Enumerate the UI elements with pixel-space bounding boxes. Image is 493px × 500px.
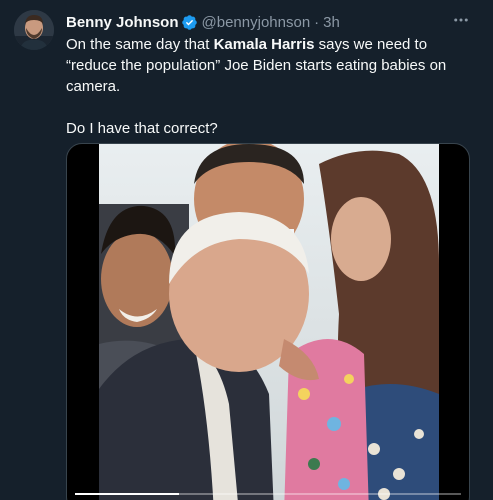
tweet-text: On the same day that Kamala Harris says …: [66, 34, 476, 139]
video-player[interactable]: [66, 143, 470, 500]
author-name[interactable]: Benny Johnson: [66, 14, 179, 31]
tweet[interactable]: Benny Johnson @bennyjohnson · 3h On the …: [0, 0, 493, 500]
avatar[interactable]: [14, 10, 54, 50]
video-frame[interactable]: [99, 144, 439, 500]
mention-bold: Kamala Harris: [213, 36, 315, 53]
tweet-header: Benny Johnson @bennyjohnson · 3h: [66, 12, 340, 32]
more-options-button[interactable]: [451, 10, 471, 30]
timestamp[interactable]: 3h: [323, 14, 340, 31]
more-horizontal-icon: [454, 18, 468, 22]
tweet-paragraph-1: On the same day that Kamala Harris says …: [66, 36, 447, 95]
verified-badge-icon: [181, 14, 198, 31]
avatar-image: [14, 10, 54, 50]
author-handle[interactable]: @bennyjohnson: [202, 14, 311, 31]
tweet-paragraph-2: Do I have that correct?: [66, 120, 218, 137]
separator-dot: ·: [314, 13, 320, 31]
video-progress-bar[interactable]: [75, 493, 461, 495]
video-progress-fill: [75, 493, 180, 495]
video-still-image: [99, 144, 439, 500]
